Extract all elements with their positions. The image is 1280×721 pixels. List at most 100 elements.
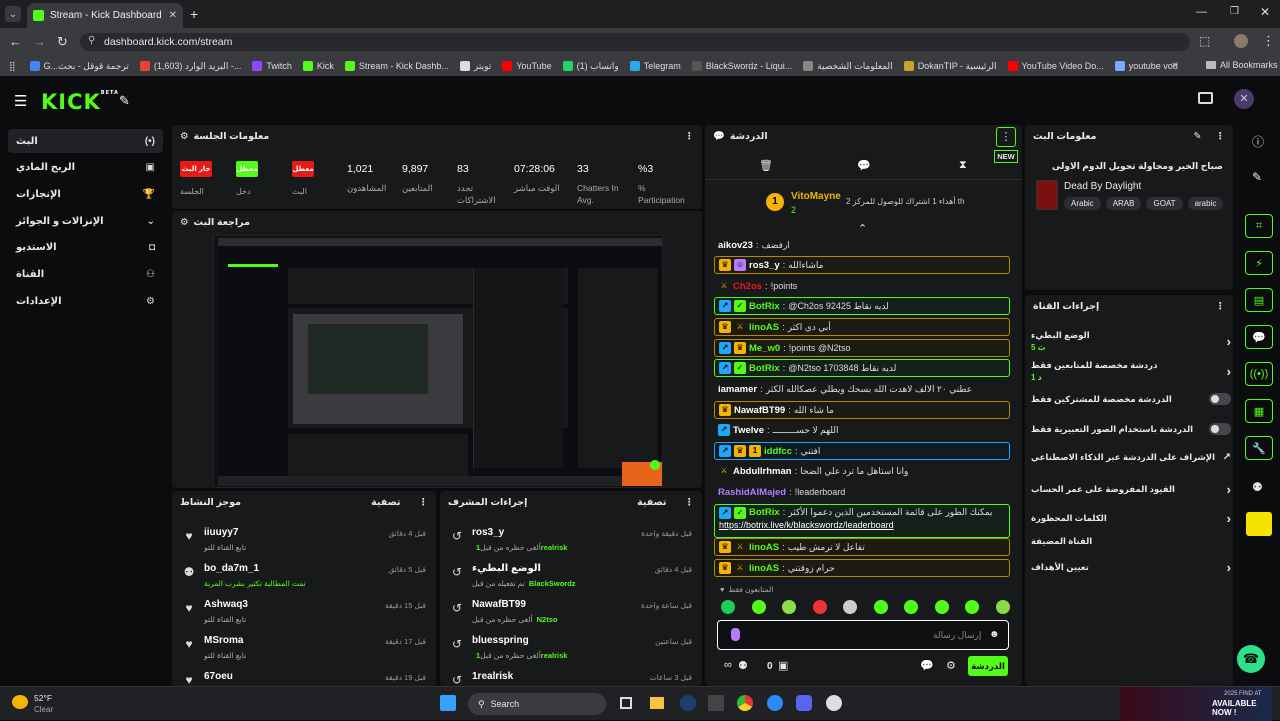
- mod-filter-button[interactable]: تصفية: [637, 497, 666, 508]
- activity-menu-icon[interactable]: ⋮: [419, 497, 429, 508]
- sidebar-item[interactable]: الإعدادات ⚙: [8, 289, 163, 313]
- mod-menu-icon[interactable]: ⋮: [685, 497, 695, 508]
- emote-icon[interactable]: [751, 600, 766, 614]
- forward-icon[interactable]: →: [33, 34, 46, 49]
- app-icon[interactable]: [708, 695, 724, 711]
- discord-icon[interactable]: [796, 695, 812, 711]
- chat-username[interactable]: iddfcc: [764, 446, 792, 457]
- emoji-icon[interactable]: ☻: [989, 629, 1000, 640]
- chat-username[interactable]: NawafBT99: [734, 405, 785, 416]
- gift-icon[interactable]: ▣: [778, 659, 788, 672]
- profile-avatar[interactable]: [1234, 34, 1248, 48]
- close-window-button[interactable]: ✕: [1260, 5, 1270, 19]
- taskview-icon[interactable]: [620, 697, 632, 709]
- maximize-button[interactable]: ❐: [1230, 6, 1239, 17]
- bookmark-item[interactable]: (1,603) البريد الوارد -...: [139, 61, 241, 72]
- bookmark-item[interactable]: Kick: [302, 61, 334, 71]
- edge-icon[interactable]: [767, 695, 783, 711]
- drops-icon[interactable]: ⚉: [738, 659, 748, 672]
- chat-input[interactable]: إرسال رسالة ☻: [717, 620, 1009, 650]
- activity-username[interactable]: bo_da7m_1: [204, 563, 259, 574]
- activity-filter-button[interactable]: تصفية: [371, 497, 400, 508]
- sidebar-item[interactable]: الربح المادي ▣: [8, 156, 163, 180]
- session-toggle-button[interactable]: جار البث: [180, 161, 212, 177]
- mic-icon[interactable]: [731, 628, 740, 641]
- channel-action-row[interactable]: الدردشة باستخدام الصور التعبيرية فقط: [1031, 423, 1231, 435]
- bookmark-item[interactable]: Stream - Kick Dashb...: [344, 61, 449, 71]
- apps-grid-icon[interactable]: ⣿: [9, 61, 16, 72]
- back-icon[interactable]: ←: [9, 34, 22, 49]
- rail-broadcast-button[interactable]: ((•)): [1245, 362, 1273, 386]
- chat-username[interactable]: BotRix: [749, 507, 780, 518]
- mod-action-target[interactable]: ros3_y: [472, 527, 504, 538]
- tab-list-button[interactable]: ⌄: [5, 6, 21, 22]
- activity-username[interactable]: Ashwaq3: [204, 599, 248, 610]
- stream-tag[interactable]: arabic: [1187, 197, 1224, 210]
- chat-username[interactable]: ros3_y: [749, 260, 780, 271]
- chat-menu-button[interactable]: ⋮: [996, 127, 1016, 147]
- stream-info-menu-icon[interactable]: ⋮: [1216, 131, 1226, 142]
- bookmarks-overflow-icon[interactable]: »: [1172, 59, 1177, 69]
- chat-username[interactable]: linoAS: [749, 322, 779, 333]
- game-name[interactable]: Dead By Daylight: [1064, 181, 1141, 192]
- session-menu-icon[interactable]: ⋮: [685, 131, 695, 142]
- chat-username[interactable]: Me_w0: [749, 343, 780, 354]
- support-button[interactable]: ☎: [1237, 645, 1265, 673]
- chat-username[interactable]: BotRix: [749, 301, 780, 312]
- activity-username[interactable]: MSroma: [204, 635, 243, 646]
- windows-start-icon[interactable]: [440, 695, 456, 711]
- emote-icon[interactable]: [782, 600, 796, 614]
- chat-username[interactable]: Twelve: [733, 425, 764, 436]
- browser-tab-active[interactable]: Stream - Kick Dashboard ✕: [27, 3, 183, 28]
- bookmark-item[interactable]: Twitch: [252, 61, 292, 71]
- chrome-icon[interactable]: [737, 695, 753, 711]
- channel-action-row[interactable]: الكلمات المحظورة ›: [1031, 511, 1231, 526]
- chat-username[interactable]: Abdullrhman: [733, 466, 792, 477]
- channel-action-row[interactable]: الدردشة مخصصة للمشتركين فقط: [1031, 393, 1231, 405]
- sidebar-item[interactable]: البث (•): [8, 129, 163, 153]
- channel-action-row[interactable]: دردشة مخصصة للمتابعين فقط 1 د ›: [1031, 360, 1231, 382]
- rail-edit-icon[interactable]: ✎: [1252, 170, 1262, 184]
- stream-tag[interactable]: Arabic: [1064, 197, 1101, 210]
- chat-link[interactable]: https://botrix.live/k/blackswordz/leader…: [719, 520, 894, 530]
- kick-logo[interactable]: KICKBETA: [41, 90, 119, 114]
- new-tab-button[interactable]: +: [190, 6, 198, 22]
- extensions-icon[interactable]: ⬚: [1199, 34, 1210, 48]
- stream-tag[interactable]: ARAB: [1105, 197, 1142, 210]
- site-info-icon[interactable]: ⚲: [88, 35, 95, 46]
- chat-username[interactable]: linoAS: [749, 563, 779, 574]
- stream-video[interactable]: [213, 235, 663, 488]
- user-avatar[interactable]: ✕: [1234, 89, 1254, 109]
- rail-doc-button[interactable]: ▤: [1245, 288, 1273, 312]
- sidebar-item[interactable]: القناة ⚇: [8, 263, 163, 287]
- wallet-icon[interactable]: [1198, 92, 1213, 104]
- rail-scan-button[interactable]: ⌗: [1245, 214, 1273, 238]
- rail-yellow-button[interactable]: [1246, 512, 1272, 536]
- rail-layout-button[interactable]: ▦: [1245, 399, 1273, 423]
- activity-username[interactable]: 67oeu: [204, 671, 233, 682]
- session-toggle-button[interactable]: معطل: [292, 161, 314, 177]
- emote-icon[interactable]: [843, 600, 857, 614]
- channel-action-row[interactable]: الوضع البطيء 5 ث ›: [1031, 330, 1231, 352]
- bookmark-item[interactable]: YouTube: [502, 61, 552, 71]
- pin-icon[interactable]: ✎: [119, 93, 130, 109]
- info-icon[interactable]: ⓘ: [1252, 133, 1264, 150]
- taskbar-search[interactable]: ⚲ Search: [468, 693, 606, 715]
- mod-action-target[interactable]: الوضع البطيء: [472, 563, 541, 574]
- emote-icon[interactable]: [812, 600, 827, 614]
- send-chat-button[interactable]: الدردشة: [968, 656, 1008, 676]
- bookmark-item[interactable]: Telegram: [629, 61, 681, 71]
- toggle-switch[interactable]: [1209, 393, 1231, 405]
- chat-username[interactable]: aikov23: [718, 240, 753, 251]
- bookmark-item[interactable]: تويتر: [459, 61, 491, 72]
- rail-bolt-button[interactable]: ⚡: [1245, 251, 1273, 275]
- bookmark-item[interactable]: واتساب (1): [562, 61, 619, 72]
- sidebar-item[interactable]: الإنزالات و الجوائز ⌄: [8, 209, 163, 233]
- emote-icon[interactable]: [965, 600, 979, 614]
- overwatch-icon[interactable]: [826, 695, 842, 711]
- emote-icon[interactable]: [873, 600, 888, 614]
- chat-username[interactable]: linoAS: [749, 542, 779, 553]
- explorer-icon[interactable]: [650, 697, 664, 709]
- emote-icon[interactable]: [934, 600, 949, 614]
- hamburger-menu-icon[interactable]: ☰: [14, 92, 27, 110]
